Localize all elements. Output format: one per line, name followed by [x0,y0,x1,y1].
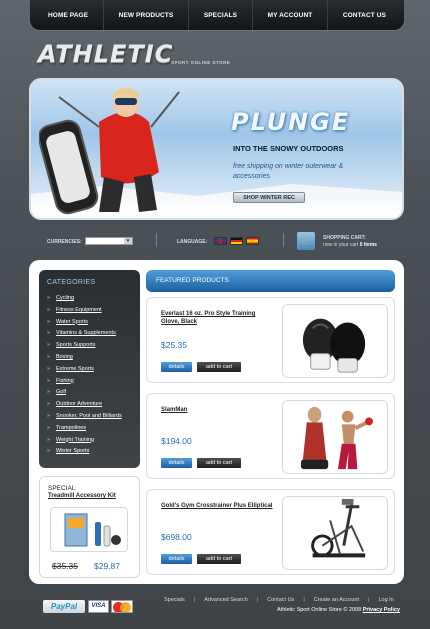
category-link-fitness-equipment[interactable]: Fitness Equipment [47,305,132,317]
english-flag-icon[interactable] [214,237,227,245]
banner-text: free shipping on winter outerwear & acce… [233,163,344,180]
category-link-snooker[interactable]: Snooker, Pool and Billiards [47,411,132,423]
categories-list: Cycling Fitness Equipment Water Sports V… [47,293,132,458]
product-card: SlamMan $194.00 details add to cart [146,393,395,479]
cart-status: now in your cart 0 items [323,242,377,248]
footer-link-contact-us[interactable]: Contact Us [267,597,294,603]
nav-home-page[interactable]: HOME PAGE [48,12,88,19]
toolbar-divider [283,233,284,247]
category-link-winter-sports[interactable]: Winter Sports [47,446,132,458]
product-price: $194.00 [161,436,192,446]
site-tagline: SPORT ONLINE STORE [171,60,231,65]
special-box: SPECIAL Treadmill Accessory Kit $35.35 $… [39,476,140,578]
cart-status-prefix: now in your cart [323,242,359,248]
categories-panel: CATEGORIES Cycling Fitness Equipment Wat… [39,270,140,468]
product-price: $698.00 [161,532,192,542]
hero-banner[interactable]: PLUNGE INTO THE SNOWY OUTDOORS free ship… [29,78,404,220]
nav-my-account[interactable]: MY ACCOUNT [268,12,313,19]
featured-products-header: FEATURED PRODUCTS [146,270,395,292]
footer-link-advanced-search[interactable]: Advanced Search [204,597,247,603]
nav-divider [102,0,104,30]
main-content: CATEGORIES Cycling Fitness Equipment Wat… [29,260,404,584]
toolbar: CURRENCIES: ▾ LANGUAGE: 🛒 SHOPPING CART:… [29,231,404,251]
top-navigation: HOME PAGE NEW PRODUCTS SPECIALS MY ACCOU… [30,0,404,30]
paypal-logo-part2: Pal [65,602,78,611]
site-logo[interactable]: ATHLETIC [38,40,173,68]
german-flag-icon[interactable] [230,237,243,245]
nav-specials[interactable]: SPECIALS [204,12,237,19]
product-name-link[interactable]: SlamMan [161,406,273,414]
language-label: LANGUAGE: [177,239,208,245]
add-to-cart-button[interactable]: add to cart [197,362,241,372]
nav-divider [188,0,190,30]
footer-divider: | [303,597,305,603]
category-link-boxing[interactable]: Boxing [47,352,132,364]
nav-contact-us[interactable]: CONTACT US [343,12,386,19]
special-new-price: $29.87 [94,561,120,571]
category-link-outdoor-adventure[interactable]: Outdoor Adventure [47,399,132,411]
paypal-logo-part1: Pay [50,602,66,611]
category-link-water-sports[interactable]: Water Sports [47,317,132,329]
add-to-cart-button[interactable]: add to cart [197,458,241,468]
mastercard-logo [111,600,133,613]
footer-divider: | [256,597,259,603]
category-link-cycling[interactable]: Cycling [47,293,132,305]
product-price: $25.35 [161,340,187,350]
cart-count[interactable]: 0 items [360,242,377,248]
details-button[interactable]: details [161,458,192,468]
category-link-sports-supports[interactable]: Sports Supports [47,340,132,352]
footer-link-create-account[interactable]: Create an Account [314,597,359,603]
category-link-trampolines[interactable]: Trampolines [47,423,132,435]
shopping-cart-icon[interactable]: 🛒 [297,232,315,250]
footer-links: Specials | Advanced Search | Contact Us … [164,597,394,603]
product-name-link[interactable]: Everlast 16 oz. Pro Style Training Glove… [161,310,273,326]
category-link-vitamins[interactable]: Vitamins & Supplements [47,328,132,340]
category-link-weight-training[interactable]: Weight Training [47,435,132,447]
shop-winter-rec-button[interactable]: SHOP WINTER REC [233,192,305,203]
product-card: Gold's Gym Crosstrainer Plus Elliptical … [146,489,395,575]
category-link-extreme-sports[interactable]: Extreme Sports [47,364,132,376]
nav-divider [327,0,329,30]
footer-divider: | [368,597,370,603]
special-heading: SPECIAL [48,485,76,492]
visa-logo: VISA [88,600,109,613]
banner-subheadline: INTO THE SNOWY OUTDOORS [233,144,344,153]
footer-link-log-in[interactable]: Log In [378,597,393,603]
category-link-golf[interactable]: Golf [47,387,132,399]
cart-title[interactable]: SHOPPING CART: [323,235,366,241]
snowboarder-image [39,88,180,215]
special-product-link[interactable]: Treadmill Accessory Kit [48,493,131,499]
add-to-cart-button[interactable]: add to cart [197,554,241,564]
nav-new-products[interactable]: NEW PRODUCTS [119,12,174,19]
footer-link-specials[interactable]: Specials [164,597,185,603]
details-button[interactable]: details [161,362,192,372]
currency-select[interactable]: ▾ [85,237,133,245]
paypal-logo: PayPal [43,600,85,613]
copyright-text: Athletic Sport Online Store © 2008 Priva… [277,607,400,613]
slamman-image[interactable] [282,400,388,474]
copyright: Athletic Sport Online Store © 2008 [277,607,362,613]
product-name-link[interactable]: Gold's Gym Crosstrainer Plus Elliptical [161,502,273,510]
chevron-down-icon[interactable]: ▾ [124,238,132,244]
category-link-fishing[interactable]: Fishing [47,376,132,388]
spanish-flag-icon[interactable] [246,237,259,245]
product-card: Everlast 16 oz. Pro Style Training Glove… [146,297,395,383]
privacy-policy-link[interactable]: Privacy Policy [363,607,400,613]
currencies-label: CURRENCIES: [47,239,82,245]
details-button[interactable]: details [161,554,192,564]
boxing-gloves-image[interactable] [282,304,388,378]
categories-title: CATEGORIES [47,279,96,286]
footer-divider: | [193,597,196,603]
toolbar-divider [156,233,157,247]
nav-divider [251,0,253,30]
treadmill-kit-image[interactable] [50,507,128,552]
banner-headline: PLUNGE [231,108,351,136]
special-old-price: $35.35 [52,561,78,571]
elliptical-image[interactable] [282,496,388,570]
